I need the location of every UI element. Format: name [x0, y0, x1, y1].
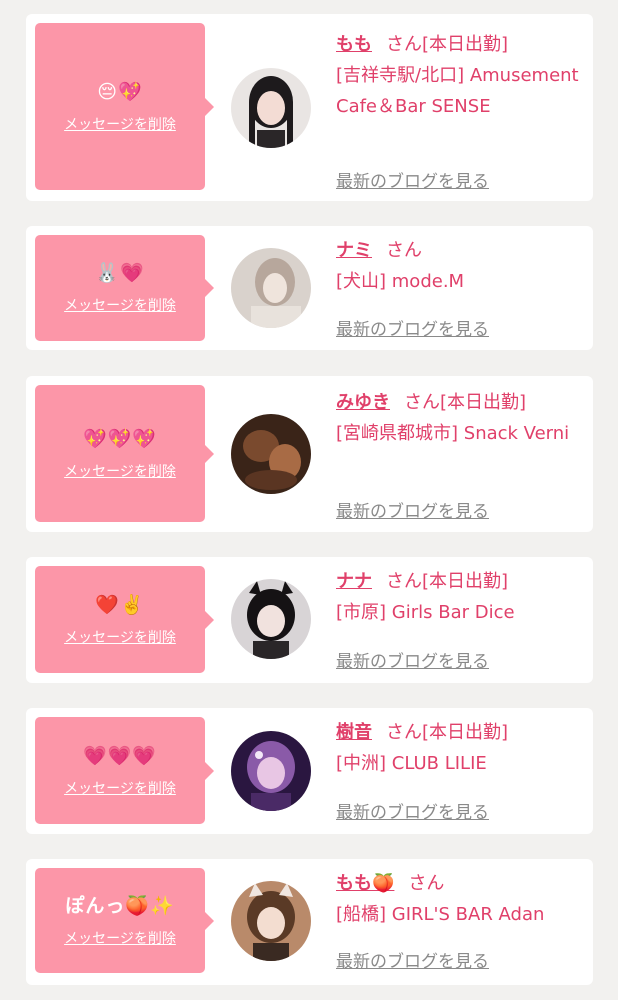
list-item: 😔💖 メッセージを削除 もも さん[本日出勤] [吉祥寺駅/北口] Amuseme… — [26, 14, 593, 201]
message-text: ❤️✌️ — [95, 593, 145, 616]
honorific: さん — [404, 392, 440, 413]
honorific: さん — [386, 571, 422, 592]
user-name-link[interactable]: 樹音 — [336, 722, 372, 743]
latest-blog-link[interactable]: 最新のブログを見る — [336, 798, 489, 823]
message-bubble: 🐰💗 メッセージを削除 — [35, 235, 214, 341]
status-badge: [本日出勤] — [422, 722, 509, 743]
delete-message-link[interactable]: メッセージを削除 — [64, 114, 176, 134]
shop-name: [市原] Girls Bar Dice — [336, 602, 515, 623]
delete-message-link[interactable]: メッセージを削除 — [64, 928, 176, 948]
avatar-image — [231, 881, 311, 961]
user-name-link[interactable]: もも🍑 — [336, 873, 394, 894]
message-bubble: ぽんっ🍑✨ メッセージを削除 — [35, 868, 214, 973]
list-item: 💗💗💗 メッセージを削除 樹音 さん[本日出勤] [中洲] CLUB LILIE … — [26, 708, 593, 834]
shop-name: [船橋] GIRL'S BAR Adan — [336, 904, 545, 925]
list-item: ❤️✌️ メッセージを削除 ナナ さん[本日出勤] [市原] Girls Bar … — [26, 557, 593, 683]
user-name-link[interactable]: ナミ — [336, 240, 372, 261]
delete-message-link[interactable]: メッセージを削除 — [64, 627, 176, 647]
latest-blog-link[interactable]: 最新のブログを見る — [336, 315, 489, 340]
status-badge: [本日出勤] — [422, 34, 509, 55]
status-badge: [本日出勤] — [422, 571, 509, 592]
user-name-link[interactable]: ナナ — [336, 571, 372, 592]
user-name-link[interactable]: みゆき — [336, 392, 390, 413]
avatar-image — [231, 68, 311, 148]
message-text: 💖💖💖 — [83, 427, 157, 450]
avatar[interactable] — [231, 248, 311, 328]
message-text: 💗💗💗 — [83, 744, 157, 767]
latest-blog-link[interactable]: 最新のブログを見る — [336, 947, 489, 972]
message-bubble: 😔💖 メッセージを削除 — [35, 23, 214, 190]
message-bubble: 💗💗💗 メッセージを削除 — [35, 717, 214, 824]
avatar[interactable] — [231, 414, 311, 494]
status-badge: [本日出勤] — [440, 392, 527, 413]
message-text: ぽんっ🍑✨ — [65, 894, 175, 917]
latest-blog-link[interactable]: 最新のブログを見る — [336, 647, 489, 672]
message-text: 🐰💗 — [95, 262, 145, 284]
message-list: 😔💖 メッセージを削除 もも さん[本日出勤] [吉祥寺駅/北口] Amuseme… — [0, 0, 618, 1000]
shop-name: [吉祥寺駅/北口] Amusement Cafe＆Bar SENSE — [336, 65, 579, 117]
shop-name: [宮崎県都城市] Snack Verni — [336, 423, 570, 444]
user-name-link[interactable]: もも — [336, 34, 372, 55]
avatar-image — [231, 579, 311, 659]
shop-name: [犬山] mode.M — [336, 271, 465, 292]
honorific: さん — [408, 873, 445, 894]
message-bubble: 💖💖💖 メッセージを削除 — [35, 385, 214, 522]
list-item: 💖💖💖 メッセージを削除 みゆき さん[本日出勤] [宮崎県都城市] Snack … — [26, 376, 593, 532]
avatar[interactable] — [231, 68, 311, 148]
honorific: さん — [386, 722, 422, 743]
avatar-image — [231, 248, 311, 328]
avatar[interactable] — [231, 731, 311, 811]
shop-name: [中洲] CLUB LILIE — [336, 753, 487, 774]
list-item: 🐰💗 メッセージを削除 ナミ さん [犬山] mode.M 最新のブログを見る — [26, 226, 593, 350]
list-item: ぽんっ🍑✨ メッセージを削除 もも🍑 さん [船橋] GIRL'S BAR Ada… — [26, 859, 593, 985]
message-bubble: ❤️✌️ メッセージを削除 — [35, 566, 214, 673]
avatar[interactable] — [231, 579, 311, 659]
message-text: 😔💖 — [97, 80, 143, 103]
delete-message-link[interactable]: メッセージを削除 — [64, 461, 176, 481]
delete-message-link[interactable]: メッセージを削除 — [64, 295, 176, 315]
honorific: さん — [386, 240, 422, 261]
delete-message-link[interactable]: メッセージを削除 — [64, 778, 176, 798]
avatar[interactable] — [231, 881, 311, 961]
honorific: さん — [386, 34, 422, 55]
latest-blog-link[interactable]: 最新のブログを見る — [336, 497, 489, 522]
avatar-image — [231, 414, 311, 494]
latest-blog-link[interactable]: 最新のブログを見る — [336, 167, 489, 192]
avatar-image — [231, 731, 311, 811]
